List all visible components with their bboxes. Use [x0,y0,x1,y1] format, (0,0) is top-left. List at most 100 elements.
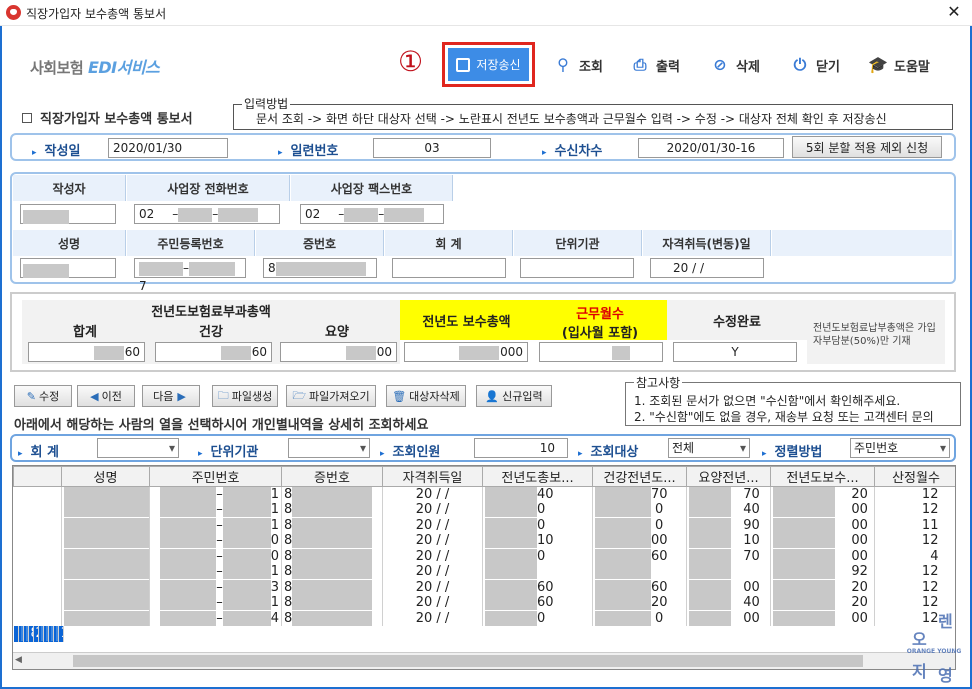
care-field[interactable]: 00 [280,342,397,362]
months-sub: (입사월 포함) [561,326,639,341]
unit-field[interactable] [520,258,634,278]
account-select[interactable] [97,438,179,458]
cell-care: 40 [686,595,771,611]
data-grid[interactable]: 성명 주민번호 증번호 자격취득일 전년도총보... 건강전년도... 요양전년… [12,465,956,670]
cell-name [61,564,150,580]
notes-label: 참고사항 [634,374,683,391]
table-row[interactable]: –1 8 20 / /60 20 40 20 12 [13,595,955,611]
cell-card: 8 [281,564,383,580]
extra-header [772,230,952,256]
cell-rrn: –1 [149,564,282,580]
row-select[interactable] [13,533,62,549]
file-create-button[interactable]: 🗀 파일생성 [212,385,278,407]
edit-button[interactable]: ✎ 수정 [14,385,72,407]
query-button[interactable]: ⚲ 조회 [553,45,603,85]
row-select[interactable] [13,548,62,564]
table-row[interactable]: –7820 / /00 00 00 12 [13,626,64,642]
grid-col-name[interactable]: 성명 [61,466,150,487]
cell-card: 8 [281,486,383,502]
written-date-label: ▸ 작성일 [32,144,81,159]
target-delete-button[interactable]: 🗑 대상자삭제 [386,385,466,407]
cell-health: 0 [592,517,687,533]
save-send-button[interactable]: 저장송신 [442,42,535,87]
row-select[interactable] [13,502,62,518]
grid-col-months[interactable]: 산정월수 [874,466,955,487]
window-title: 직장가입자 보수총액 통보서 [26,7,167,21]
delete-button[interactable]: ⊘ 삭제 [710,45,760,85]
table-row[interactable]: –0 8 20 / /10 00 10 00 12 [13,533,955,549]
total-label: 합계 [73,324,97,340]
table-row[interactable]: –1 8 20 / / 92 12 [13,564,955,580]
filter-count-label: ▸ 조회인원 [380,445,441,460]
cell-pay: 00 [770,610,875,626]
target-select[interactable]: 전체 [668,438,750,458]
fax-field[interactable]: 02– – [300,204,444,224]
table-row[interactable]: –0 8 20 / /0 60 70 00 4 [13,548,955,564]
grid-col-health[interactable]: 건강전년도... [592,466,687,487]
total-field[interactable]: 60 [28,342,145,362]
cell-pay: 92 [770,564,875,580]
horizontal-scrollbar[interactable]: ◀ [13,652,955,669]
grid-col-care[interactable]: 요양전년... [686,466,771,487]
user-add-icon: 👤 [485,389,500,403]
cell-qual: 20 / / [382,579,483,595]
cell-pay: 00 [770,517,875,533]
help-label: 도움말 [894,59,930,75]
row-select[interactable] [13,595,62,611]
done-label: 수정완료 [667,300,807,340]
grid-col-rrn[interactable]: 주민번호 [149,466,282,487]
grid-col-qual[interactable]: 자격취득일 [382,466,483,487]
grid-col-card[interactable]: 증번호 [281,466,383,487]
grid-col-total[interactable]: 전년도총보... [482,466,593,487]
cell-name [61,610,150,626]
print-button[interactable]: ⎙ 출력 [630,45,680,85]
query-pin-icon: ⚲ [557,55,569,74]
sort-select[interactable]: 주민번호 [850,438,950,458]
name-field[interactable] [20,258,116,278]
cell-pay: 20 [770,579,875,595]
cell-care: 40 [686,502,771,518]
recv-field[interactable]: 2020/01/30-16 [638,138,784,158]
file-import-button[interactable]: 🗁 파일가져오기 [286,385,376,407]
card-field[interactable]: 8 [263,258,377,278]
months-field[interactable] [539,342,663,362]
phone-field[interactable]: 02– – [134,204,280,224]
filter-target-label: ▸ 조회대상 [578,445,639,460]
next-button[interactable]: 다음 ▶ [142,385,200,407]
close-icon[interactable]: ✕ [944,2,964,21]
health-field[interactable]: 60 [155,342,272,362]
count-field[interactable]: 10 [474,438,568,458]
prev-pay-field[interactable]: 000 [404,342,528,362]
grid-col-pay[interactable]: 전년도보수... [770,466,875,487]
cell-months: 12 [874,579,955,595]
writer-field[interactable] [20,204,116,224]
new-input-button[interactable]: 👤 신규입력 [476,385,552,407]
row-select[interactable] [13,564,62,580]
done-field[interactable]: Y [673,342,797,362]
qual-field[interactable]: 20 / / [650,258,764,278]
written-date-field[interactable]: 2020/01/30 [108,138,228,158]
unit-select[interactable] [288,438,370,458]
row-select[interactable] [13,486,62,502]
serial-field[interactable]: 03 [373,138,491,158]
row-select[interactable] [13,579,62,595]
table-row[interactable]: –4 8 20 / /0 0 00 00 12 [13,610,955,626]
cell-total: 60 [482,579,593,595]
prev-button[interactable]: ◀ 이전 [77,385,135,407]
title-bar: 직장가입자 보수총액 통보서 ✕ [0,0,972,26]
cell-qual: 20 / / [382,610,483,626]
cell-total: 40 [482,486,593,502]
cell-name [61,502,150,518]
account-field[interactable] [392,258,506,278]
table-row[interactable]: –1 8 20 / /40 70 70 20 12 [13,486,955,502]
split-exclude-button[interactable]: 5회 분할 적용 제외 신청 [792,136,942,158]
table-row[interactable]: –1 8 20 / /0 0 40 00 12 [13,502,955,518]
table-row[interactable]: –1 8 20 / /0 0 90 00 11 [13,517,955,533]
row-select[interactable] [13,610,62,626]
help-button[interactable]: 🎓 도움말 [868,45,930,85]
rrn-field[interactable]: –7 [134,258,246,293]
scrollbar-thumb[interactable] [73,655,863,667]
table-row[interactable]: –3 8 20 / /60 60 00 20 12 [13,579,955,595]
row-select[interactable] [13,517,62,533]
close-button[interactable]: ⏻ 닫기 [790,45,840,85]
